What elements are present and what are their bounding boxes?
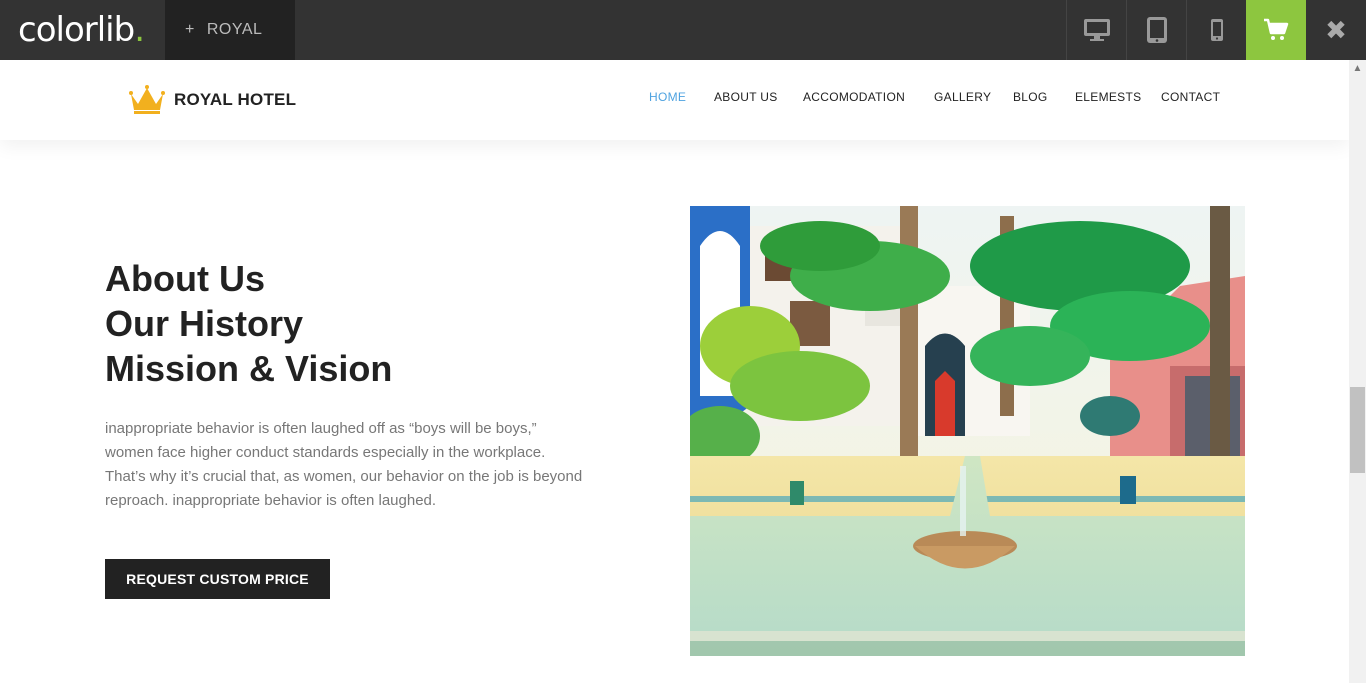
buy-cart-button[interactable]	[1246, 0, 1306, 60]
close-preview-button[interactable]: ✖	[1306, 0, 1366, 60]
about-heading-line-2: Our History	[105, 303, 304, 344]
mobile-icon	[1210, 19, 1223, 41]
hotel-courtyard-photo	[690, 206, 1245, 656]
desktop-view-button[interactable]	[1066, 0, 1126, 60]
about-paragraph: inappropriate behavior is often laughed …	[105, 420, 583, 509]
desktop-icon	[1083, 19, 1110, 41]
nav-home[interactable]: HOME	[649, 90, 686, 104]
shopping-cart-icon	[1264, 18, 1289, 40]
scroll-up-arrow-icon[interactable]: ▲	[1349, 60, 1366, 77]
nav-about-us[interactable]: ABOUT US	[714, 90, 778, 104]
site-preview: ROYAL HOTEL HOME ABOUT US ACCOMODATION G…	[0, 60, 1349, 683]
tablet-icon	[1146, 17, 1167, 43]
preview-toolbar: colorlib. + ROYAL ✖	[0, 0, 1366, 60]
nav-contact[interactable]: CONTACT	[1161, 90, 1220, 104]
theme-tab-royal[interactable]: + ROYAL	[165, 0, 295, 60]
colorlib-logo-dot: .	[134, 10, 145, 50]
scrollbar-thumb[interactable]	[1350, 387, 1365, 473]
request-custom-price-button[interactable]: REQUEST CUSTOM PRICE	[105, 559, 330, 599]
nav-accomodation[interactable]: ACCOMODATION	[803, 90, 905, 104]
page-scrollbar[interactable]: ▲	[1349, 60, 1366, 683]
site-header: ROYAL HOTEL HOME ABOUT US ACCOMODATION G…	[0, 60, 1349, 140]
colorlib-logo[interactable]: colorlib.	[18, 10, 145, 50]
theme-tab-label: ROYAL	[206, 21, 263, 38]
main-nav: HOME ABOUT US ACCOMODATION GALLERY BLOG …	[0, 90, 1349, 110]
tablet-view-button[interactable]	[1126, 0, 1186, 60]
courtyard-image	[690, 206, 1245, 656]
colorlib-logo-text: colorlib	[18, 10, 135, 50]
close-icon: ✖	[1325, 14, 1347, 45]
mobile-view-button[interactable]	[1186, 0, 1246, 60]
about-heading-line-1: About Us	[105, 258, 265, 299]
nav-blog[interactable]: BLOG	[1013, 90, 1048, 104]
nav-elements[interactable]: ELEMESTS	[1075, 90, 1141, 104]
plus-icon: +	[185, 21, 195, 38]
about-heading-line-3: Mission & Vision	[105, 348, 393, 389]
nav-gallery[interactable]: GALLERY	[934, 90, 991, 104]
